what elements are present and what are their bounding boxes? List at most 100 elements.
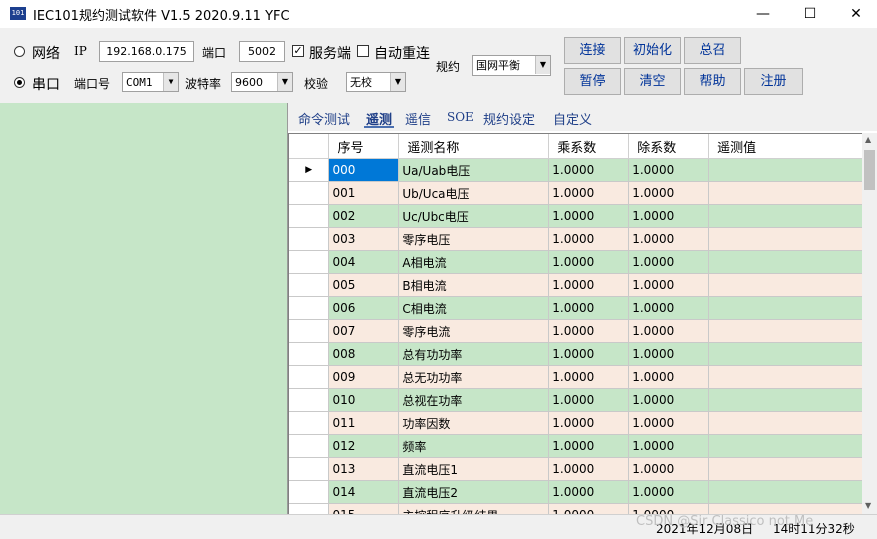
cell-multiplier[interactable]: 1.0000 bbox=[548, 227, 630, 251]
cell-index[interactable]: 008 bbox=[328, 342, 400, 366]
row-header[interactable] bbox=[289, 273, 330, 297]
cell-value[interactable] bbox=[708, 273, 863, 297]
cell-index[interactable]: 003 bbox=[328, 227, 400, 251]
cell-value[interactable] bbox=[708, 365, 863, 389]
row-header[interactable] bbox=[289, 480, 330, 504]
cell-value[interactable] bbox=[708, 319, 863, 343]
cell-multiplier[interactable]: 1.0000 bbox=[548, 388, 630, 412]
cell-divisor[interactable]: 1.0000 bbox=[628, 158, 710, 182]
row-header[interactable] bbox=[289, 296, 330, 320]
cell-index[interactable]: 012 bbox=[328, 434, 400, 458]
cell-index[interactable]: 009 bbox=[328, 365, 400, 389]
cell-value[interactable] bbox=[708, 434, 863, 458]
serial-radio[interactable] bbox=[14, 77, 25, 88]
baud-select[interactable]: 9600 ▼ bbox=[231, 72, 293, 92]
cell-multiplier[interactable]: 1.0000 bbox=[548, 250, 630, 274]
cell-name[interactable]: Ub/Uca电压 bbox=[398, 181, 550, 205]
table-row[interactable]: 007 零序电流 1.0000 1.0000 bbox=[289, 319, 863, 343]
cell-index[interactable]: 007 bbox=[328, 319, 400, 343]
cell-name[interactable]: 频率 bbox=[398, 434, 550, 458]
table-row[interactable]: 013 直流电压1 1.0000 1.0000 bbox=[289, 457, 863, 481]
row-header[interactable] bbox=[289, 342, 330, 366]
table-row[interactable]: 001 Ub/Uca电压 1.0000 1.0000 bbox=[289, 181, 863, 205]
cell-index[interactable]: 002 bbox=[328, 204, 400, 228]
cell-multiplier[interactable]: 1.0000 bbox=[548, 365, 630, 389]
cell-name[interactable]: 直流电压2 bbox=[398, 480, 550, 504]
maximize-button[interactable]: ☐ bbox=[787, 0, 833, 28]
table-row[interactable]: 004 A相电流 1.0000 1.0000 bbox=[289, 250, 863, 274]
cell-divisor[interactable]: 1.0000 bbox=[628, 365, 710, 389]
cell-value[interactable] bbox=[708, 296, 863, 320]
cell-index[interactable]: 013 bbox=[328, 457, 400, 481]
cell-divisor[interactable]: 1.0000 bbox=[628, 273, 710, 297]
cell-multiplier[interactable]: 1.0000 bbox=[548, 411, 630, 435]
table-row[interactable]: 003 零序电压 1.0000 1.0000 bbox=[289, 227, 863, 251]
vertical-scrollbar[interactable]: ▲ ▼ bbox=[862, 133, 877, 514]
cell-name[interactable]: A相电流 bbox=[398, 250, 550, 274]
table-row[interactable]: 012 频率 1.0000 1.0000 bbox=[289, 434, 863, 458]
cell-name[interactable]: 功率因数 bbox=[398, 411, 550, 435]
cell-value[interactable] bbox=[708, 158, 863, 182]
cell-divisor[interactable]: 1.0000 bbox=[628, 204, 710, 228]
cell-name[interactable]: 零序电流 bbox=[398, 319, 550, 343]
pause-button[interactable]: 暂停 bbox=[564, 68, 621, 95]
cell-name[interactable]: 零序电压 bbox=[398, 227, 550, 251]
table-row[interactable]: 010 总视在功率 1.0000 1.0000 bbox=[289, 388, 863, 412]
connect-button[interactable]: 连接 bbox=[564, 37, 621, 64]
cell-name[interactable]: Uc/Ubc电压 bbox=[398, 204, 550, 228]
cell-multiplier[interactable]: 1.0000 bbox=[548, 273, 630, 297]
row-header[interactable] bbox=[289, 319, 330, 343]
row-header[interactable] bbox=[289, 365, 330, 389]
table-row[interactable]: 008 总有功功率 1.0000 1.0000 bbox=[289, 342, 863, 366]
help-button[interactable]: 帮助 bbox=[684, 68, 741, 95]
cell-value[interactable] bbox=[708, 480, 863, 504]
auto-reconnect-checkbox[interactable] bbox=[357, 45, 369, 57]
cell-divisor[interactable]: 1.0000 bbox=[628, 480, 710, 504]
network-radio[interactable] bbox=[14, 46, 25, 57]
table-row[interactable]: 005 B相电流 1.0000 1.0000 bbox=[289, 273, 863, 297]
table-row[interactable]: 006 C相电流 1.0000 1.0000 bbox=[289, 296, 863, 320]
row-header[interactable] bbox=[289, 457, 330, 481]
server-checkbox[interactable]: ✓ bbox=[292, 45, 304, 57]
table-row[interactable]: ▶ 000 Ua/Uab电压 1.0000 1.0000 bbox=[289, 158, 863, 182]
column-header-divisor[interactable]: 除系数 bbox=[628, 134, 710, 159]
scroll-down-icon[interactable]: ▼ bbox=[865, 501, 871, 510]
tab-command-test[interactable]: 命令测试 bbox=[298, 109, 350, 128]
cell-value[interactable] bbox=[708, 342, 863, 366]
cell-divisor[interactable]: 1.0000 bbox=[628, 319, 710, 343]
column-header-index[interactable]: 序号 bbox=[328, 134, 400, 159]
cell-multiplier[interactable]: 1.0000 bbox=[548, 480, 630, 504]
cell-divisor[interactable]: 1.0000 bbox=[628, 250, 710, 274]
protocol-select[interactable]: 国网平衡 ▼ bbox=[472, 55, 551, 76]
cell-name[interactable]: B相电流 bbox=[398, 273, 550, 297]
cell-value[interactable] bbox=[708, 227, 863, 251]
cell-multiplier[interactable]: 1.0000 bbox=[548, 342, 630, 366]
tab-custom[interactable]: 自定义 bbox=[553, 109, 592, 128]
cell-divisor[interactable]: 1.0000 bbox=[628, 181, 710, 205]
cell-name[interactable]: 总视在功率 bbox=[398, 388, 550, 412]
cell-multiplier[interactable]: 1.0000 bbox=[548, 204, 630, 228]
tab-soe[interactable]: SOE bbox=[447, 110, 474, 124]
table-row[interactable]: 002 Uc/Ubc电压 1.0000 1.0000 bbox=[289, 204, 863, 228]
column-header-multiplier[interactable]: 乘系数 bbox=[548, 134, 630, 159]
cell-value[interactable] bbox=[708, 181, 863, 205]
cell-divisor[interactable]: 1.0000 bbox=[628, 411, 710, 435]
cell-divisor[interactable]: 1.0000 bbox=[628, 434, 710, 458]
cell-multiplier[interactable]: 1.0000 bbox=[548, 434, 630, 458]
cell-multiplier[interactable]: 1.0000 bbox=[548, 181, 630, 205]
cell-index[interactable]: 001 bbox=[328, 181, 400, 205]
cell-index[interactable]: 000 bbox=[328, 158, 400, 182]
cell-multiplier[interactable]: 1.0000 bbox=[548, 457, 630, 481]
cell-divisor[interactable]: 1.0000 bbox=[628, 342, 710, 366]
cell-divisor[interactable]: 1.0000 bbox=[628, 227, 710, 251]
scrollbar-thumb[interactable] bbox=[864, 150, 875, 190]
minimize-button[interactable]: — bbox=[740, 0, 786, 28]
register-button[interactable]: 注册 bbox=[744, 68, 803, 95]
table-row[interactable]: 009 总无功功率 1.0000 1.0000 bbox=[289, 365, 863, 389]
row-header[interactable] bbox=[289, 434, 330, 458]
cell-name[interactable]: 总有功功率 bbox=[398, 342, 550, 366]
cell-index[interactable]: 004 bbox=[328, 250, 400, 274]
port-input[interactable]: 5002 bbox=[239, 41, 285, 62]
row-header[interactable] bbox=[289, 181, 330, 205]
row-header[interactable] bbox=[289, 227, 330, 251]
